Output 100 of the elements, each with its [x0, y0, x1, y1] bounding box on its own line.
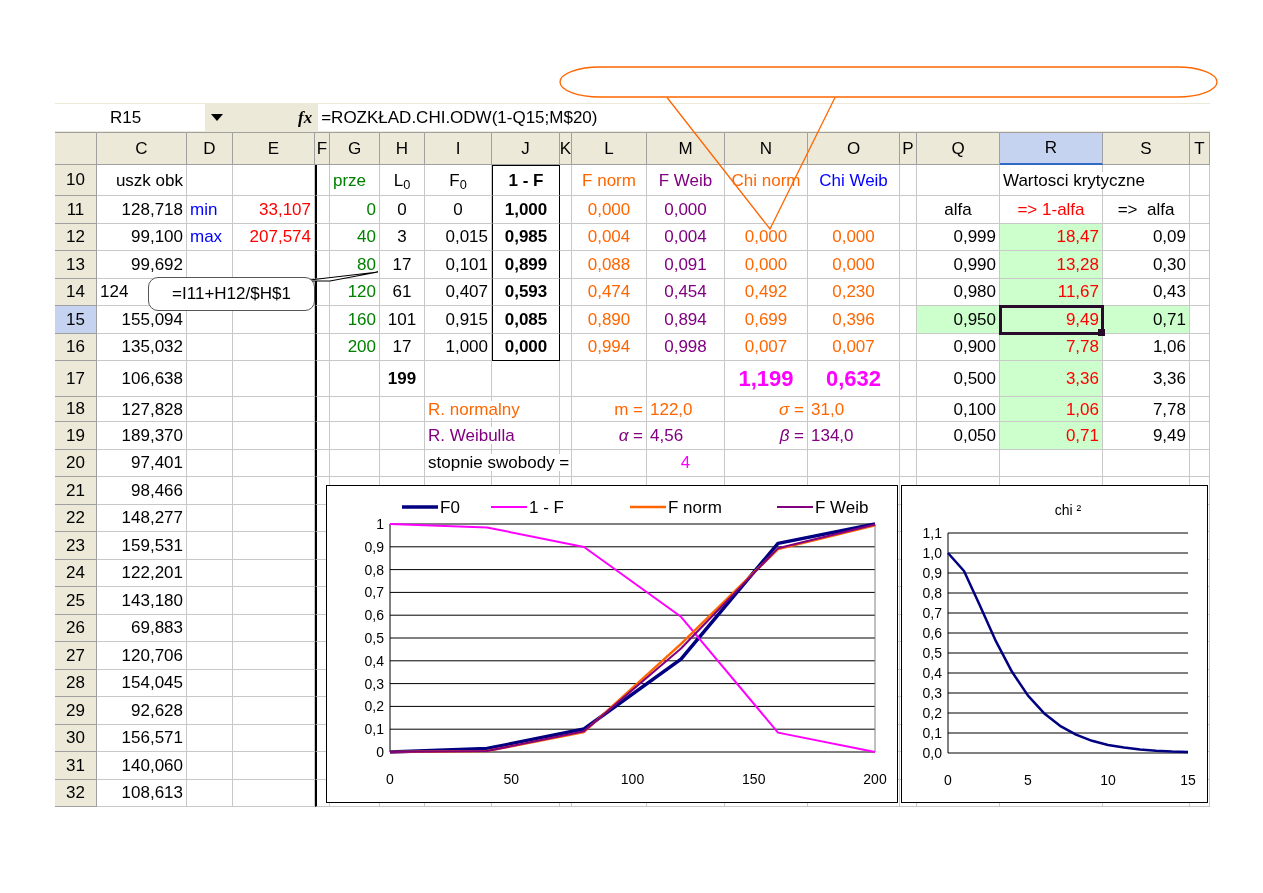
table-cell: 1,000	[492, 196, 560, 224]
axis-tick-label: 50	[503, 771, 520, 787]
axis-tick-label: 0,6	[364, 607, 384, 624]
table-cell: 7,78	[1103, 397, 1190, 422]
axis-tick-label: 0,9	[922, 565, 942, 581]
table-cell: F norm	[572, 165, 647, 196]
table-cell: 108,613	[97, 779, 187, 807]
axis-tick-label: 100	[620, 771, 645, 787]
table-cell: 0,950	[917, 306, 1000, 334]
axis-tick-label: 0,1	[364, 721, 384, 738]
cell-text: 31,0	[811, 400, 845, 418]
axis-tick-label: 1,1	[922, 525, 942, 541]
legend-item: 1 - F	[490, 498, 564, 517]
legend-item: F0	[402, 498, 460, 517]
table-cell: 98,466	[97, 477, 187, 505]
table-cell: max	[187, 223, 233, 251]
cell-text: Wartosci krytyczne	[1003, 171, 1145, 189]
axis-tick-label: 1	[376, 516, 384, 532]
table-cell: 140,060	[97, 752, 187, 780]
table-cell: 0,09	[1103, 223, 1190, 251]
legend-label: F norm	[668, 498, 722, 517]
table-cell: 0,000	[647, 196, 725, 224]
table-cell: 0,985	[492, 223, 560, 251]
table-cell: 0,894	[647, 306, 725, 334]
table-cell: 106,638	[97, 361, 187, 397]
table-cell: 0,007	[808, 333, 900, 361]
table-cell: 4	[647, 449, 725, 477]
table-cell: 120,706	[97, 642, 187, 670]
axis-tick-label: 0,4	[364, 652, 384, 669]
axis-tick-label: 0,6	[922, 625, 942, 641]
table-cell: 0,088	[572, 251, 647, 279]
table-cell: 0,396	[808, 306, 900, 334]
table-cell: 0,000	[572, 196, 647, 224]
table-cell: min	[187, 196, 233, 224]
table-cell: 0,454	[647, 278, 725, 306]
table-cell: 0,899	[492, 251, 560, 279]
table-cell: 1 - F	[492, 165, 560, 196]
table-cell: 3,36	[1103, 361, 1190, 397]
table-cell: 0,407	[425, 278, 492, 306]
cell-text: 122,0	[650, 400, 693, 418]
table-cell: σ =	[725, 397, 808, 422]
table-cell: 127,828	[97, 397, 187, 422]
table-cell: 0,007	[725, 333, 808, 361]
table-cell: 0,699	[725, 306, 808, 334]
cell-text: 4,56	[650, 426, 684, 444]
table-cell: 61	[380, 278, 425, 306]
table-cell: 17	[380, 333, 425, 361]
axis-tick-label: 0,3	[922, 685, 942, 701]
table-cell: 0,230	[808, 278, 900, 306]
table-cell: => 1-alfa	[1000, 196, 1103, 224]
table-cell: 148,277	[97, 504, 187, 532]
table-cell: 3,36	[1000, 361, 1103, 397]
table-cell: 99,100	[97, 223, 187, 251]
table-cell: 69,883	[97, 614, 187, 642]
table-cell: 13,28	[1000, 251, 1103, 279]
table-cell: 207,574	[233, 223, 315, 251]
table-cell: L$_{0}$	[380, 165, 425, 196]
axis-tick-label: 0	[376, 744, 384, 760]
table-cell: 160	[330, 306, 380, 334]
table-cell: 18,47	[1000, 223, 1103, 251]
table-cell: F Weib	[647, 165, 725, 196]
legend-item: F norm	[630, 498, 722, 517]
table-cell: alfa	[917, 196, 1000, 224]
axis-tick-label: 0,8	[364, 561, 384, 578]
axis-tick-label: 0,9	[364, 538, 384, 555]
table-cell: 0,004	[572, 223, 647, 251]
axis-tick-label: 0,3	[364, 675, 384, 692]
table-cell: 97,401	[97, 449, 187, 477]
table-cell: 101	[380, 306, 425, 334]
legend-label: F Weib	[815, 498, 869, 517]
table-cell: 0,890	[572, 306, 647, 334]
legend-item: F Weib	[776, 498, 869, 517]
table-cell: 0,915	[425, 306, 492, 334]
table-cell: 200	[330, 333, 380, 361]
table-cell: F$_{0}$	[425, 165, 492, 196]
axis-tick-label: 5	[1024, 772, 1032, 788]
table-cell: 0,593	[492, 278, 560, 306]
table-cell: 159,531	[97, 532, 187, 560]
table-cell: 33,107	[233, 196, 315, 224]
table-cell: 1,000	[425, 333, 492, 361]
table-cell: 17	[380, 251, 425, 279]
axis-tick-label: 200	[863, 771, 887, 787]
table-cell: m =	[572, 397, 647, 422]
cell-text: stopnie swobody =	[428, 454, 570, 472]
table-cell: 7,78	[1000, 333, 1103, 361]
table-cell: 0,000	[725, 223, 808, 251]
table-cell: 0,30	[1103, 251, 1190, 279]
table-cell: 0,492	[725, 278, 808, 306]
axis-tick-label: 1,0	[922, 545, 942, 561]
table-cell: 189,370	[97, 422, 187, 450]
table-cell: 92,628	[97, 697, 187, 725]
axis-tick-label: 0,4	[922, 665, 942, 681]
table-cell: β =	[725, 422, 808, 450]
axis-tick-label: 0,0	[922, 745, 942, 761]
table-cell: 143,180	[97, 587, 187, 615]
table-cell: 3	[380, 223, 425, 251]
table-cell: 135,032	[97, 333, 187, 361]
axis-tick-label: 150	[742, 771, 766, 787]
table-cell: 11,67	[1000, 278, 1103, 306]
table-cell: 0,015	[425, 223, 492, 251]
